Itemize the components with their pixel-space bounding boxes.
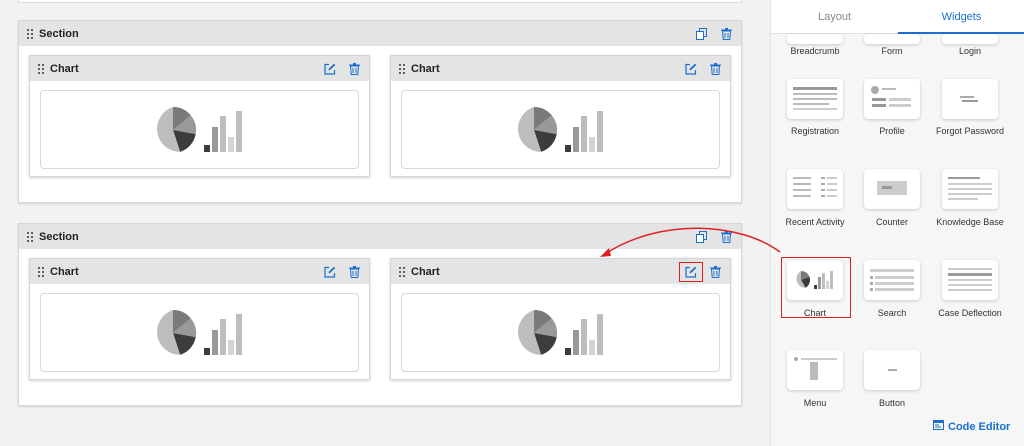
chart-placeholder bbox=[401, 293, 720, 372]
chart-placeholder bbox=[40, 90, 359, 169]
copy-icon[interactable] bbox=[695, 27, 709, 41]
layout-canvas: Section Chart Chart Section Chart Chart bbox=[0, 0, 760, 446]
chart-widget[interactable]: Chart bbox=[390, 55, 731, 177]
knowledge-base-icon bbox=[948, 177, 992, 200]
section-title: Section bbox=[39, 27, 79, 40]
widget-title: Chart bbox=[50, 62, 79, 75]
widget-header[interactable]: Chart bbox=[391, 56, 730, 81]
login-tile[interactable] bbox=[942, 34, 998, 44]
chart-placeholder-icon bbox=[156, 106, 242, 152]
recent-activity-icon bbox=[793, 177, 837, 197]
form-tile[interactable] bbox=[864, 34, 920, 44]
chart-widget[interactable]: Chart bbox=[390, 258, 731, 380]
menu-icon bbox=[794, 357, 837, 380]
recent-activity-tile[interactable] bbox=[787, 169, 843, 209]
button-icon bbox=[888, 369, 897, 371]
trash-icon[interactable] bbox=[708, 62, 722, 76]
forgot-password-icon bbox=[960, 96, 978, 102]
counter-icon bbox=[877, 181, 907, 195]
widget-title: Chart bbox=[50, 265, 79, 278]
chart-placeholder bbox=[40, 293, 359, 372]
widget-label: Case Deflection bbox=[938, 308, 1002, 318]
drag-handle-icon[interactable] bbox=[399, 63, 407, 74]
chart-placeholder-icon bbox=[517, 309, 603, 355]
code-editor-button[interactable]: Code Editor bbox=[933, 420, 1010, 433]
panel-tabs: Layout Widgets bbox=[771, 0, 1024, 34]
widget-label: Profile bbox=[879, 126, 905, 136]
profile-icon bbox=[871, 86, 911, 107]
widget-label: Button bbox=[878, 398, 906, 408]
drag-handle-icon[interactable] bbox=[27, 231, 35, 242]
breadcrumb-tile[interactable] bbox=[787, 34, 843, 44]
registration-tile[interactable] bbox=[787, 79, 843, 119]
widget-header[interactable]: Chart bbox=[30, 259, 369, 284]
edit-icon-highlighted[interactable] bbox=[679, 261, 703, 282]
previous-section-edge bbox=[18, 0, 742, 3]
code-editor-icon bbox=[933, 420, 944, 433]
chart-placeholder-icon bbox=[156, 309, 242, 355]
code-editor-label: Code Editor bbox=[948, 420, 1011, 433]
widget-title: Chart bbox=[411, 62, 440, 75]
trash-icon[interactable] bbox=[347, 265, 361, 279]
trash-icon[interactable] bbox=[719, 27, 733, 41]
widget-label: Knowledge Base bbox=[936, 217, 1004, 227]
widget-label: Search bbox=[877, 308, 907, 318]
counter-tile[interactable] bbox=[864, 169, 920, 209]
widget-title: Chart bbox=[411, 265, 440, 278]
drag-handle-icon[interactable] bbox=[38, 266, 46, 277]
chart-widget[interactable]: Chart bbox=[29, 55, 370, 177]
chart-placeholder bbox=[401, 90, 720, 169]
tab-widgets[interactable]: Widgets bbox=[898, 0, 1024, 34]
trash-icon[interactable] bbox=[347, 62, 361, 76]
widget-header[interactable]: Chart bbox=[391, 259, 730, 284]
edit-icon[interactable] bbox=[323, 62, 337, 76]
trash-icon[interactable] bbox=[708, 265, 722, 279]
forgot-password-tile[interactable] bbox=[942, 79, 998, 119]
edit-icon[interactable] bbox=[684, 62, 698, 76]
page: Section Chart Chart Section Chart Chart … bbox=[0, 0, 1024, 446]
chart-widget[interactable]: Chart bbox=[29, 258, 370, 380]
trash-icon[interactable] bbox=[719, 230, 733, 244]
edit-icon[interactable] bbox=[323, 265, 337, 279]
section-1[interactable]: Section Chart Chart bbox=[18, 20, 742, 203]
profile-tile[interactable] bbox=[864, 79, 920, 119]
widget-header[interactable]: Chart bbox=[30, 56, 369, 81]
case-deflection-icon bbox=[948, 268, 992, 291]
section-title: Section bbox=[39, 230, 79, 243]
drag-handle-icon[interactable] bbox=[38, 63, 46, 74]
case-deflection-tile[interactable] bbox=[942, 260, 998, 300]
copy-icon[interactable] bbox=[695, 230, 709, 244]
section-header[interactable]: Section bbox=[19, 21, 741, 46]
section-header[interactable]: Section bbox=[19, 224, 741, 249]
drag-handle-icon[interactable] bbox=[27, 28, 35, 39]
widget-label: Forgot Password bbox=[935, 126, 1005, 136]
drag-handle-icon[interactable] bbox=[399, 266, 407, 277]
widget-label: Form bbox=[881, 46, 903, 56]
registration-icon bbox=[793, 87, 837, 110]
section-2[interactable]: Section Chart Chart bbox=[18, 223, 742, 406]
tab-layout[interactable]: Layout bbox=[771, 0, 898, 33]
chart-placeholder-icon bbox=[517, 106, 603, 152]
knowledge-base-tile[interactable] bbox=[942, 169, 998, 209]
button-tile[interactable] bbox=[864, 350, 920, 390]
widget-label: Counter bbox=[875, 217, 909, 227]
search-tile[interactable] bbox=[864, 260, 920, 300]
menu-tile[interactable] bbox=[787, 350, 843, 390]
search-icon bbox=[870, 269, 914, 291]
widget-label: Login bbox=[958, 46, 982, 56]
